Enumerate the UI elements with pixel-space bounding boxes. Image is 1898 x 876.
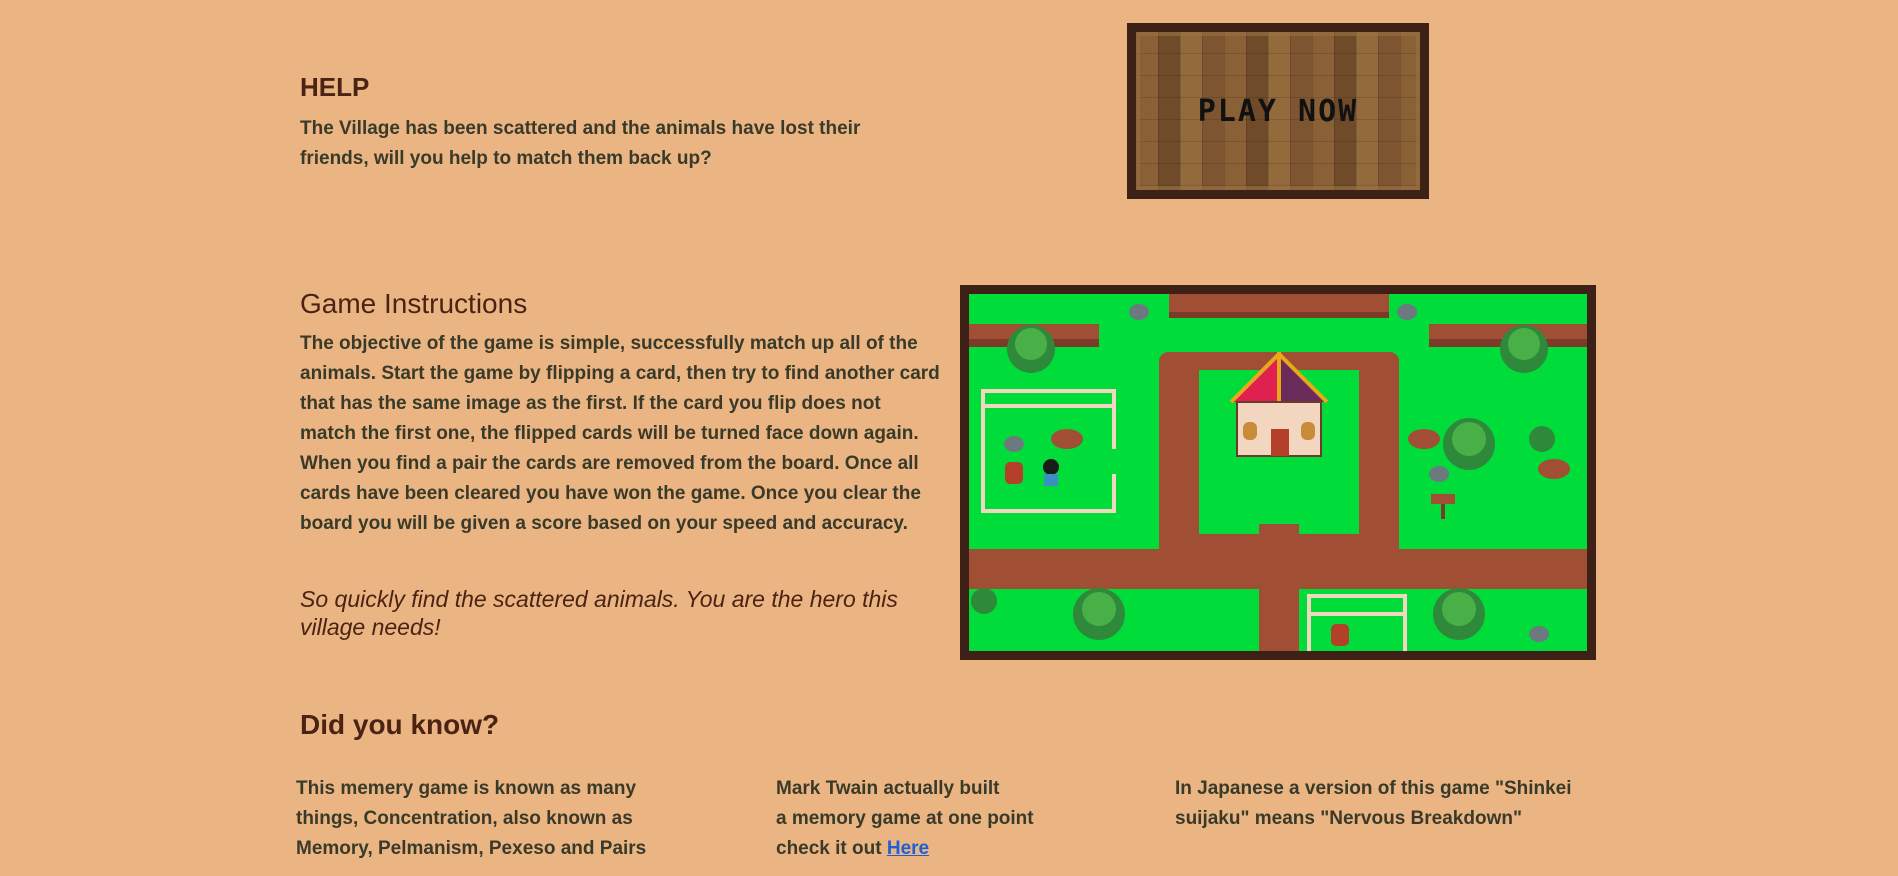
page: HELP The Village has been scattered and … — [0, 0, 1898, 876]
fact-mark-twain-line1: Mark Twain actually built — [776, 778, 1000, 799]
play-now-button[interactable]: PLAY NOW — [1127, 23, 1429, 199]
help-text: The Village has been scattered and the a… — [300, 118, 861, 169]
fact-mark-twain: Mark Twain actually built a memory game … — [776, 774, 1106, 864]
fact-shinkei-suijaku: In Japanese a version of this game "Shin… — [1175, 778, 1572, 829]
fact-concentration: This memery game is known as many things… — [296, 778, 647, 859]
instructions-text: The objective of the game is simple, suc… — [300, 333, 940, 534]
help-heading: HELP — [300, 72, 370, 102]
fact-mark-twain-line2: a memory game at one point — [776, 808, 1034, 829]
village-map-image — [960, 285, 1596, 660]
instructions-heading: Game Instructions — [300, 288, 528, 319]
village-map-art — [969, 294, 1587, 651]
here-link[interactable]: Here — [887, 838, 929, 859]
fact-mark-twain-line3: check it out — [776, 838, 887, 859]
instructions-quote: So quickly find the scattered animals. Y… — [300, 586, 898, 640]
play-now-label: PLAY NOW — [1197, 93, 1359, 129]
did-you-know-heading: Did you know? — [300, 709, 500, 740]
